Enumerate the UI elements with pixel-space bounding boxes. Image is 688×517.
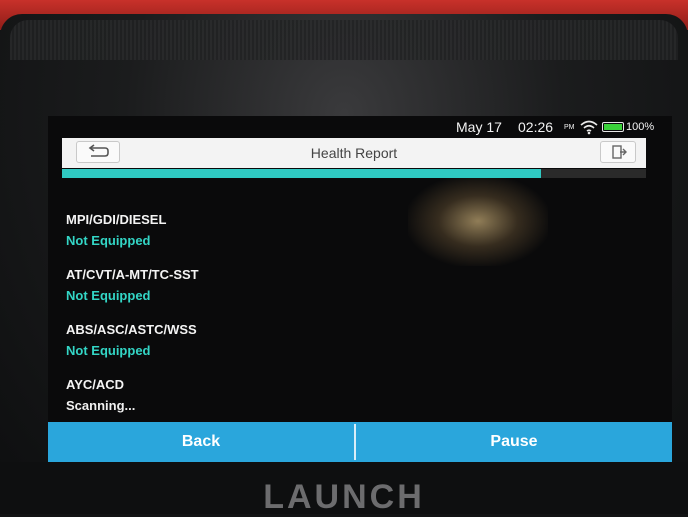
system-name: AYC/ACD	[66, 377, 125, 392]
system-name: AT/CVT/A-MT/TC-SST	[66, 267, 199, 282]
scan-progress-fill	[62, 169, 541, 178]
back-button[interactable]: Back	[48, 422, 354, 462]
action-bar: Back Pause	[48, 422, 672, 462]
system-status: Scanning...	[66, 398, 136, 413]
status-date: May 17	[456, 119, 502, 135]
system-status: Not Equipped	[66, 233, 151, 248]
wifi-icon	[580, 120, 598, 135]
status-ampm: PM	[564, 124, 575, 131]
battery-percent: 100%	[626, 121, 655, 133]
brand-logo: LAUNCH	[263, 478, 425, 516]
list-item: ABS/ASC/ASTC/WSS Not Equipped	[66, 322, 466, 377]
exit-icon	[612, 145, 627, 159]
scan-progress-bar	[62, 169, 646, 178]
page-title: Health Report	[310, 145, 398, 161]
system-list: MPI/GDI/DIESEL Not Equipped AT/CVT/A-MT/…	[66, 212, 466, 432]
device-screen: May 17 02:26 PM 100% Health Report MPI/G…	[48, 116, 672, 464]
system-name: MPI/GDI/DIESEL	[66, 212, 167, 227]
list-item: MPI/GDI/DIESEL Not Equipped	[66, 212, 466, 267]
system-name: ABS/ASC/ASTC/WSS	[66, 322, 197, 337]
system-status: Not Equipped	[66, 343, 151, 358]
title-bar: Health Report	[62, 138, 646, 168]
list-item: AT/CVT/A-MT/TC-SST Not Equipped	[66, 267, 466, 322]
battery-icon	[602, 122, 624, 132]
status-bar: May 17 02:26 PM 100%	[48, 116, 672, 138]
status-time: 02:26	[518, 119, 554, 135]
exit-button[interactable]	[600, 141, 636, 163]
pause-button[interactable]: Pause	[356, 422, 672, 462]
system-status: Not Equipped	[66, 288, 151, 303]
device-bezel-texture	[10, 20, 678, 60]
